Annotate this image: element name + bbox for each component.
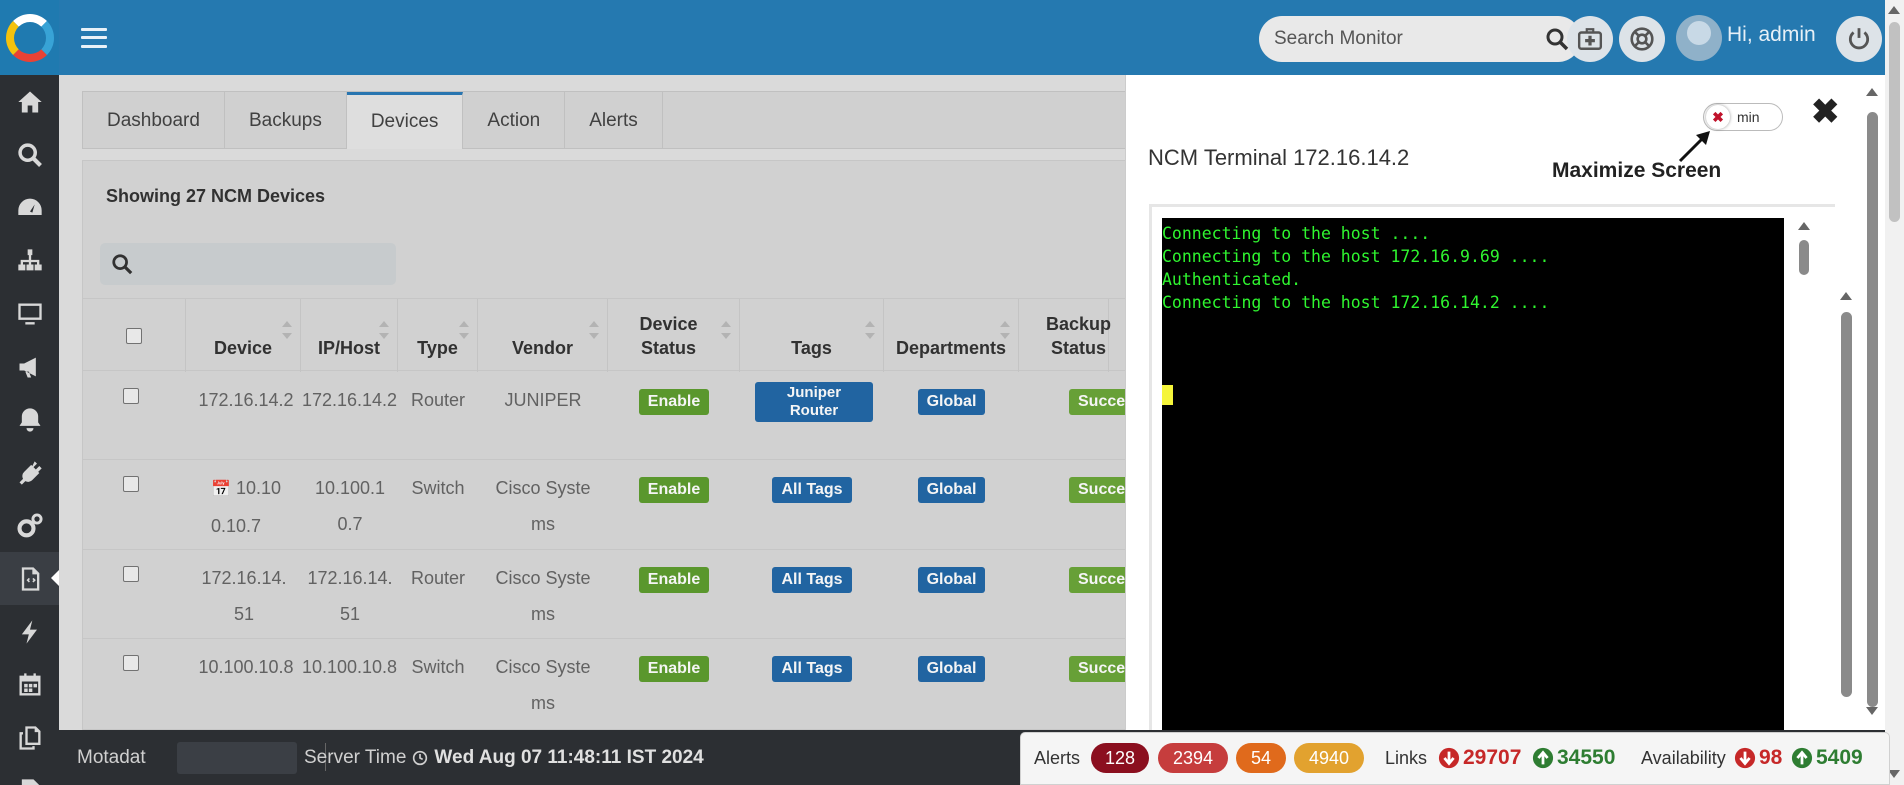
redacted-text [177,742,297,774]
info-alert-count[interactable]: 4940 [1294,743,1364,773]
arrow-down-icon [1734,747,1756,769]
file-icon[interactable] [0,764,59,785]
first-aid-icon [1577,28,1603,50]
availability-up[interactable]: 5409 [1791,746,1863,770]
monitor-icon[interactable] [0,287,59,340]
terminal-scrollbar[interactable] [1790,218,1818,730]
hamburger-menu-icon[interactable] [81,27,107,48]
links-down[interactable]: 29707 [1438,746,1521,770]
server-time-value: Wed Aug 07 11:48:11 IST 2024 [434,747,704,768]
copy-icon[interactable] [0,711,59,764]
home-icon[interactable] [0,75,59,128]
lightning-icon[interactable] [0,605,59,658]
search-monitor-input[interactable]: Search Monitor [1259,16,1581,62]
critical-alert-count[interactable]: 128 [1091,743,1149,773]
terminal-frame-scrollbar[interactable] [1831,210,1861,730]
ncm-terminal-modal: ✖ min ✖ Maximize Screen NCM Terminal 172… [1125,75,1885,730]
status-bar: Alerts 128 2394 54 4940 Links 29707 3455… [1020,732,1890,785]
modal-title: NCM Terminal 172.16.14.2 [1148,145,1410,170]
left-sidebar [0,0,59,785]
logout-button[interactable] [1836,16,1882,62]
help-button[interactable] [1619,16,1665,62]
arrow-up-icon [1532,747,1554,769]
terminal-output[interactable]: Connecting to the host .... Connecting t… [1162,218,1784,730]
user-greeting[interactable]: Hi, admin [1727,23,1816,47]
settings-icon[interactable] [0,499,59,552]
search-icon[interactable] [1545,27,1569,51]
app-logo[interactable] [0,0,59,75]
clock-icon [413,750,428,766]
availability-down[interactable]: 98 [1734,746,1782,770]
bell-icon[interactable] [0,393,59,446]
top-bar: Search Monitor Hi, admin [59,0,1885,75]
lifebuoy-icon [1630,27,1654,51]
major-alert-count[interactable]: 2394 [1158,743,1228,773]
links-up[interactable]: 34550 [1532,746,1615,770]
terminal-line: Connecting to the host 172.16.9.69 .... [1162,247,1550,266]
first-aid-button[interactable] [1567,16,1613,62]
search-placeholder: Search Monitor [1274,28,1403,49]
user-avatar[interactable] [1676,15,1722,61]
search-icon[interactable] [0,128,59,181]
alerts-label: Alerts [1034,748,1081,768]
maximize-annotation: Maximize Screen [1552,159,1722,182]
footer-brand: Motadat [77,747,146,768]
close-icon[interactable]: ✖ [1811,95,1840,129]
modal-scrollbar[interactable] [1859,75,1886,730]
server-time-label: Server Time [304,747,407,768]
server-time: Server Time Wed Aug 07 11:48:11 IST 2024 [297,747,704,769]
page-scrollbar[interactable] [1885,0,1904,785]
power-icon [1848,28,1870,50]
plug-icon[interactable] [0,446,59,499]
modal-backdrop [59,75,1125,730]
arrow-down-icon [1438,747,1460,769]
dashboard-icon[interactable] [0,181,59,234]
availability-label: Availability [1641,748,1726,768]
terminal-cursor [1162,385,1173,405]
warning-alert-count[interactable]: 54 [1236,743,1286,773]
megaphone-icon[interactable] [0,340,59,393]
links-label: Links [1385,748,1428,768]
terminal-line: Authenticated. [1162,270,1302,289]
toggle-label: min [1737,109,1760,125]
ncm-icon[interactable] [0,552,59,605]
terminal-line: Connecting to the host .... [1162,224,1431,243]
terminal-line: Connecting to the host 172.16.14.2 .... [1162,293,1550,312]
calendar-icon[interactable] [0,658,59,711]
arrow-up-icon [1791,747,1813,769]
topology-icon[interactable] [0,234,59,287]
